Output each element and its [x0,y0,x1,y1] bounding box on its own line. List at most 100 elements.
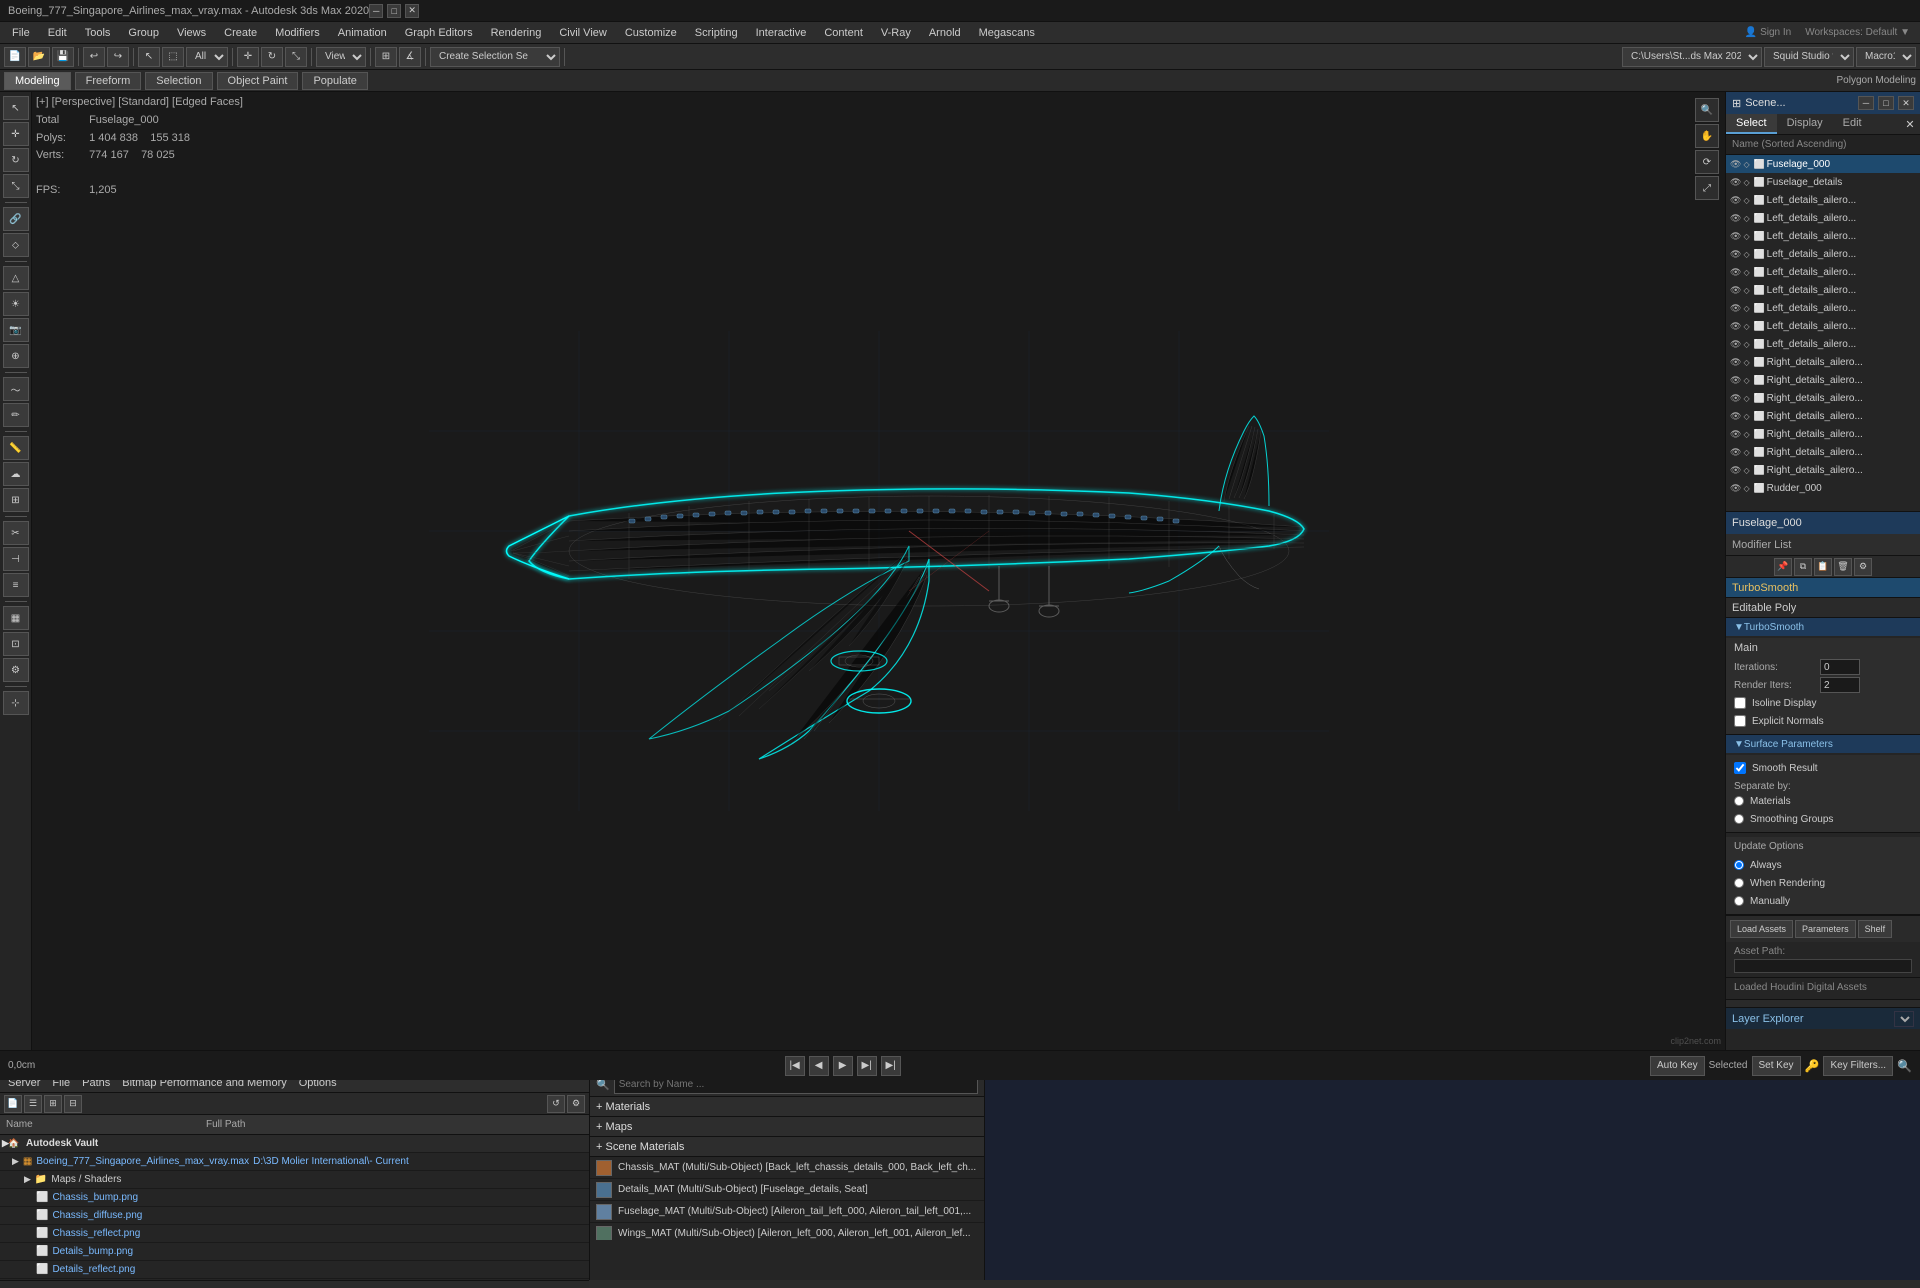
mod-copy-btn[interactable]: ⧉ [1794,558,1812,576]
new-btn[interactable]: 📄 [4,47,26,67]
scene-item-4[interactable]: 👁 ◇ ⬜ Left_details_ailero... [1726,209,1920,227]
scene-min-btn[interactable]: ─ [1858,96,1874,110]
explicit-checkbox[interactable] [1734,715,1746,727]
left-rotate-btn[interactable]: ↻ [3,148,29,172]
asset-hscrollbar[interactable] [0,1280,589,1288]
path-dropdown[interactable]: C:\Users\St...ds Max 2021 [1622,47,1762,67]
materials-radio[interactable] [1734,796,1744,806]
select-by-name-btn[interactable]: ⬚ [162,47,184,67]
nav-orbit[interactable]: ⟳ [1695,150,1719,174]
mat-section-maps[interactable]: + Maps [590,1117,984,1137]
nav-pan[interactable]: ✋ [1695,124,1719,148]
scene-item-11[interactable]: 👁 ◇ ⬜ Left_details_ailero... [1726,335,1920,353]
mat-section-materials[interactable]: + Materials [590,1097,984,1117]
mod-entry-turbosmooth[interactable]: TurboSmooth [1726,578,1920,598]
always-radio[interactable] [1734,860,1744,870]
layer-dropdown[interactable] [1894,1011,1914,1027]
redo-btn[interactable]: ↪ [107,47,129,67]
mat-row-fuselage[interactable]: Fuselage_MAT (Multi/Sub-Object) [Aileron… [590,1201,984,1223]
tab-edit[interactable]: Edit [1833,114,1872,134]
asset-row-chassis-diffuse[interactable]: ⬜ Chassis_diffuse.png [0,1207,589,1225]
menu-arnold[interactable]: Arnold [921,25,969,41]
left-measure-btn[interactable]: 📏 [3,436,29,460]
scene-max-btn[interactable]: □ [1878,96,1894,110]
surface-params-section[interactable]: ▼ Surface Parameters [1726,735,1920,753]
menu-graph-editors[interactable]: Graph Editors [397,25,481,41]
when-rendering-radio[interactable] [1734,878,1744,888]
asset-row-chassis-bump[interactable]: ⬜ Chassis_bump.png [0,1189,589,1207]
menu-civil-view[interactable]: Civil View [551,25,614,41]
asset-tb-3[interactable]: ⊞ [44,1095,62,1113]
mod-entry-editable-poly[interactable]: Editable Poly [1726,598,1920,618]
left-cloud-btn[interactable]: ☁ [3,462,29,486]
isoline-checkbox[interactable] [1734,697,1746,709]
menu-animation[interactable]: Animation [330,25,395,41]
left-schematic-btn[interactable]: ⊹ [3,691,29,715]
scene-close-x[interactable]: ✕ [1900,114,1920,134]
key-filters-btn[interactable]: Key Filters... [1823,1056,1893,1076]
menu-vray[interactable]: V-Ray [873,25,919,41]
menu-interactive[interactable]: Interactive [748,25,815,41]
modifier-scrollbar[interactable] [1726,999,1920,1007]
asset-row-maps[interactable]: ▶ 📁 Maps / Shaders [0,1171,589,1189]
tl-go-end[interactable]: ▶| [881,1056,901,1076]
select-type-dropdown[interactable]: All [186,47,228,67]
smoothing-groups-radio[interactable] [1734,814,1744,824]
menu-content[interactable]: Content [816,25,871,41]
menu-customize[interactable]: Customize [617,25,685,41]
close-button[interactable]: ✕ [405,4,419,18]
scale-btn[interactable]: ⤡ [285,47,307,67]
create-selection-dropdown[interactable]: Create Selection Se [430,47,560,67]
asset-path-value[interactable] [1734,959,1912,973]
macro-dropdown[interactable]: Macro1 [1856,47,1916,67]
tl-go-start[interactable]: |◀ [785,1056,805,1076]
undo-btn[interactable]: ↩ [83,47,105,67]
scene-item-9[interactable]: 👁 ◇ ⬜ Left_details_ailero... [1726,299,1920,317]
left-shape-btn[interactable]: △ [3,266,29,290]
asset-tb-4[interactable]: ⊟ [64,1095,82,1113]
left-knife-btn[interactable]: ✂ [3,521,29,545]
left-move-btn[interactable]: ✛ [3,122,29,146]
scene-item-12[interactable]: 👁 ◇ ⬜ Right_details_ailero... [1726,353,1920,371]
menu-group[interactable]: Group [120,25,167,41]
left-link-btn[interactable]: 🔗 [3,207,29,231]
scene-item-8[interactable]: 👁 ◇ ⬜ Left_details_ailero... [1726,281,1920,299]
scene-item-rudder[interactable]: 👁 ◇ ⬜ Rudder_000 [1726,479,1920,497]
tab-select[interactable]: Select [1726,114,1777,134]
asset-tb-2[interactable]: ☰ [24,1095,42,1113]
load-assets-btn[interactable]: Load Assets [1730,920,1793,938]
mat-row-chassis[interactable]: Chassis_MAT (Multi/Sub-Object) [Back_lef… [590,1157,984,1179]
menu-views[interactable]: Views [169,25,214,41]
left-spline-btn[interactable]: 〜 [3,377,29,401]
scene-item-3[interactable]: 👁 ◇ ⬜ Left_details_ailero... [1726,191,1920,209]
asset-row-boeing[interactable]: ▶ ▦ Boeing_777_Singapore_Airlines_max_vr… [0,1153,589,1171]
left-scale-btn[interactable]: ⤡ [3,174,29,198]
left-mirror-btn[interactable]: ⊣ [3,547,29,571]
nav-maximize[interactable]: ⤢ [1695,176,1719,200]
tab-freeform[interactable]: Freeform [75,72,142,90]
scene-item-15[interactable]: 👁 ◇ ⬜ Right_details_ailero... [1726,407,1920,425]
mat-section-scene[interactable]: + Scene Materials [590,1137,984,1157]
tab-display[interactable]: Display [1777,114,1833,134]
left-bone-btn[interactable]: ⬦ [3,233,29,257]
viewport[interactable]: [+] [Perspective] [Standard] [Edged Face… [32,92,1725,1050]
asset-tb-6[interactable]: ⚙ [567,1095,585,1113]
sign-in-label[interactable]: 👤 Sign In [1739,27,1797,38]
left-reactor-btn[interactable]: ⚙ [3,658,29,682]
left-grid-btn[interactable]: ⊞ [3,488,29,512]
left-align-btn[interactable]: ≡ [3,573,29,597]
asset-tb-1[interactable]: 📄 [4,1095,22,1113]
auto-key-btn[interactable]: Auto Key [1650,1056,1705,1076]
open-btn[interactable]: 📂 [28,47,50,67]
scene-item-13[interactable]: 👁 ◇ ⬜ Right_details_ailero... [1726,371,1920,389]
manually-radio[interactable] [1734,896,1744,906]
scene-item-fuselage-details[interactable]: 👁 ◇ ⬜ Fuselage_details [1726,173,1920,191]
render-iters-input[interactable] [1820,677,1860,693]
asset-tb-5[interactable]: ↺ [547,1095,565,1113]
tl-next-key[interactable]: ▶| [857,1056,877,1076]
set-key-btn[interactable]: Set Key [1752,1056,1801,1076]
tab-selection[interactable]: Selection [145,72,212,90]
mod-paste-btn[interactable]: 📋 [1814,558,1832,576]
asset-row-details-reflect[interactable]: ⬜ Details_reflect.png [0,1261,589,1279]
mod-delete-btn[interactable]: 🗑 [1834,558,1852,576]
